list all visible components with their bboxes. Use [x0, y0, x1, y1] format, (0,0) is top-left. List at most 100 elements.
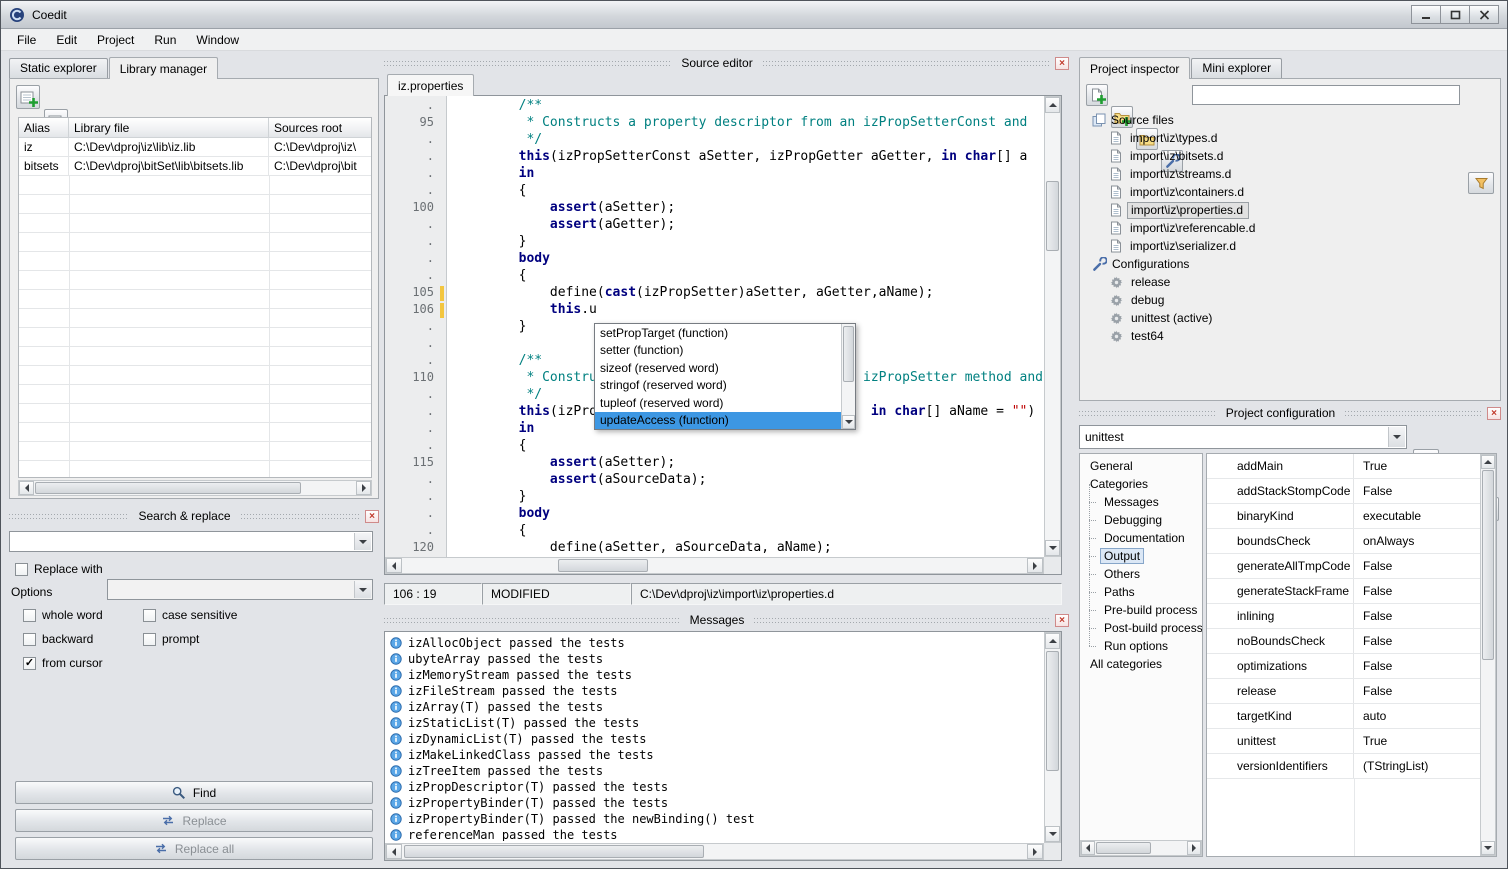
- source-file-item[interactable]: import\iz\bitsets.d: [1084, 147, 1496, 165]
- category-item[interactable]: Messages: [1080, 493, 1202, 511]
- scroll-up-button[interactable]: [1045, 633, 1060, 649]
- category-item[interactable]: Output: [1080, 547, 1202, 565]
- gutter-line[interactable]: .: [385, 319, 446, 336]
- property-row[interactable]: unittest True: [1207, 729, 1480, 754]
- scroll-down-button[interactable]: [1045, 826, 1060, 842]
- message-item[interactable]: izDynamicList(T) passed the tests: [387, 731, 1042, 747]
- scroll-up-button[interactable]: [1045, 97, 1060, 113]
- scroll-right-button[interactable]: [1027, 844, 1043, 859]
- checkbox-icon[interactable]: [23, 633, 36, 646]
- find-button[interactable]: Find: [15, 781, 373, 804]
- code-line[interactable]: define(aSetter, aSourceData, aName);: [456, 540, 1044, 557]
- completion-item[interactable]: setter (function): [595, 342, 841, 360]
- message-item[interactable]: izStaticList(T) passed the tests: [387, 715, 1042, 731]
- code-line[interactable]: assert(aSetter);: [456, 200, 1044, 217]
- code-line[interactable]: */: [456, 132, 1044, 149]
- gutter-line[interactable]: .: [385, 353, 446, 370]
- add-library-button[interactable]: [16, 85, 40, 109]
- code-line[interactable]: * Constructs a property descriptor from …: [456, 115, 1044, 132]
- scrollbar-thumb[interactable]: [35, 482, 301, 494]
- code-line[interactable]: this.u: [456, 302, 1044, 319]
- code-line[interactable]: assert(aSourceData);: [456, 472, 1044, 489]
- close-button[interactable]: [1469, 5, 1499, 24]
- editor-vscrollbar[interactable]: [1044, 96, 1061, 557]
- category-item[interactable]: Categories: [1080, 475, 1202, 493]
- checkbox-icon[interactable]: [143, 609, 156, 622]
- scrollbar-thumb[interactable]: [404, 845, 704, 858]
- code-line[interactable]: {: [456, 183, 1044, 200]
- tab-iz-properties[interactable]: iz.properties: [387, 74, 474, 96]
- source-file-item[interactable]: import\iz\types.d: [1084, 129, 1496, 147]
- panel-drag-handle[interactable]: [384, 61, 671, 66]
- gutter-line[interactable]: .: [385, 132, 446, 149]
- code-line[interactable]: {: [456, 438, 1044, 455]
- scrollbar-thumb[interactable]: [1096, 842, 1151, 854]
- gutter-line[interactable]: .: [385, 489, 446, 506]
- property-row[interactable]: binaryKind executable: [1207, 504, 1480, 529]
- message-item[interactable]: izArray(T) passed the tests: [387, 699, 1042, 715]
- category-item[interactable]: All categories: [1080, 655, 1202, 673]
- tab-library-manager[interactable]: Library manager: [109, 57, 218, 79]
- completion-scrollbar[interactable]: [841, 324, 855, 429]
- scroll-down-button[interactable]: [1481, 841, 1495, 855]
- configuration-item[interactable]: test64: [1084, 327, 1496, 345]
- tree-root-configurations[interactable]: Configurations: [1084, 255, 1496, 273]
- scroll-left-button[interactable]: [1081, 841, 1095, 855]
- scroll-left-button[interactable]: [386, 558, 402, 573]
- gutter-line[interactable]: .: [385, 149, 446, 166]
- scrollbar-thumb[interactable]: [1046, 651, 1059, 771]
- gutter-line[interactable]: .: [385, 98, 446, 115]
- scrollbar-thumb[interactable]: [558, 559, 648, 572]
- search-text-combo[interactable]: [9, 531, 373, 552]
- configuration-item[interactable]: debug: [1084, 291, 1496, 309]
- gutter-line[interactable]: .: [385, 251, 446, 268]
- search-option-checkbox[interactable]: whole word: [23, 603, 143, 627]
- menu-item[interactable]: Run: [144, 30, 186, 50]
- panel-drag-handle[interactable]: [241, 514, 360, 519]
- combo-arrow-icon[interactable]: [1388, 427, 1405, 447]
- library-row[interactable]: bitsets C:\Dev\dproj\bitSet\lib\bitsets.…: [19, 157, 371, 176]
- message-item[interactable]: izMakeLinkedClass passed the tests: [387, 747, 1042, 763]
- combo-arrow-icon[interactable]: [354, 581, 371, 598]
- gutter-line[interactable]: .: [385, 268, 446, 285]
- scroll-right-button[interactable]: [1027, 558, 1043, 573]
- properties-vscrollbar[interactable]: [1480, 454, 1496, 856]
- gutter-line[interactable]: .: [385, 234, 446, 251]
- gutter-line[interactable]: 106: [385, 302, 446, 319]
- gutter-line[interactable]: 120: [385, 540, 446, 557]
- message-item[interactable]: izMemoryStream passed the tests: [387, 667, 1042, 683]
- gutter-line[interactable]: .: [385, 506, 446, 523]
- code-line[interactable]: {: [456, 268, 1044, 285]
- message-item[interactable]: izPropertyBinder(T) passed the tests: [387, 795, 1042, 811]
- gutter-line[interactable]: 110: [385, 370, 446, 387]
- property-row[interactable]: targetKind auto: [1207, 704, 1480, 729]
- message-item[interactable]: izAllocObject passed the tests: [387, 635, 1042, 651]
- configuration-item[interactable]: unittest (active): [1084, 309, 1496, 327]
- code-line[interactable]: this(izPropSetterConst aSetter, izPropGe…: [456, 149, 1044, 166]
- menu-item[interactable]: File: [7, 30, 46, 50]
- code-line[interactable]: {: [456, 523, 1044, 540]
- configuration-combo[interactable]: unittest: [1079, 425, 1407, 449]
- source-file-item[interactable]: import\iz\referencable.d: [1084, 219, 1496, 237]
- column-header-alias[interactable]: Alias: [19, 118, 69, 138]
- checkbox-icon[interactable]: [15, 563, 28, 576]
- panel-drag-handle[interactable]: [1345, 411, 1482, 416]
- category-item[interactable]: Paths: [1080, 583, 1202, 601]
- gutter-line[interactable]: .: [385, 217, 446, 234]
- search-option-checkbox[interactable]: backward: [23, 627, 143, 651]
- category-item[interactable]: Debugging: [1080, 511, 1202, 529]
- close-editor-panel-button[interactable]: ×: [1055, 57, 1069, 70]
- source-file-item[interactable]: import\iz\properties.d: [1084, 201, 1496, 219]
- messages-vscrollbar[interactable]: [1044, 632, 1061, 843]
- scrollbar-thumb[interactable]: [1046, 181, 1059, 251]
- scrollbar-thumb[interactable]: [1482, 470, 1494, 660]
- code-line[interactable]: /**: [456, 98, 1044, 115]
- property-row[interactable]: inlining False: [1207, 604, 1480, 629]
- add-source-button[interactable]: [1086, 84, 1108, 106]
- message-item[interactable]: izTreeItem passed the tests: [387, 763, 1042, 779]
- checkbox-icon[interactable]: [23, 609, 36, 622]
- gutter-line[interactable]: .: [385, 336, 446, 353]
- gutter-line[interactable]: .: [385, 166, 446, 183]
- close-search-panel-button[interactable]: ×: [365, 510, 379, 523]
- completion-item[interactable]: stringof (reserved word): [595, 377, 841, 395]
